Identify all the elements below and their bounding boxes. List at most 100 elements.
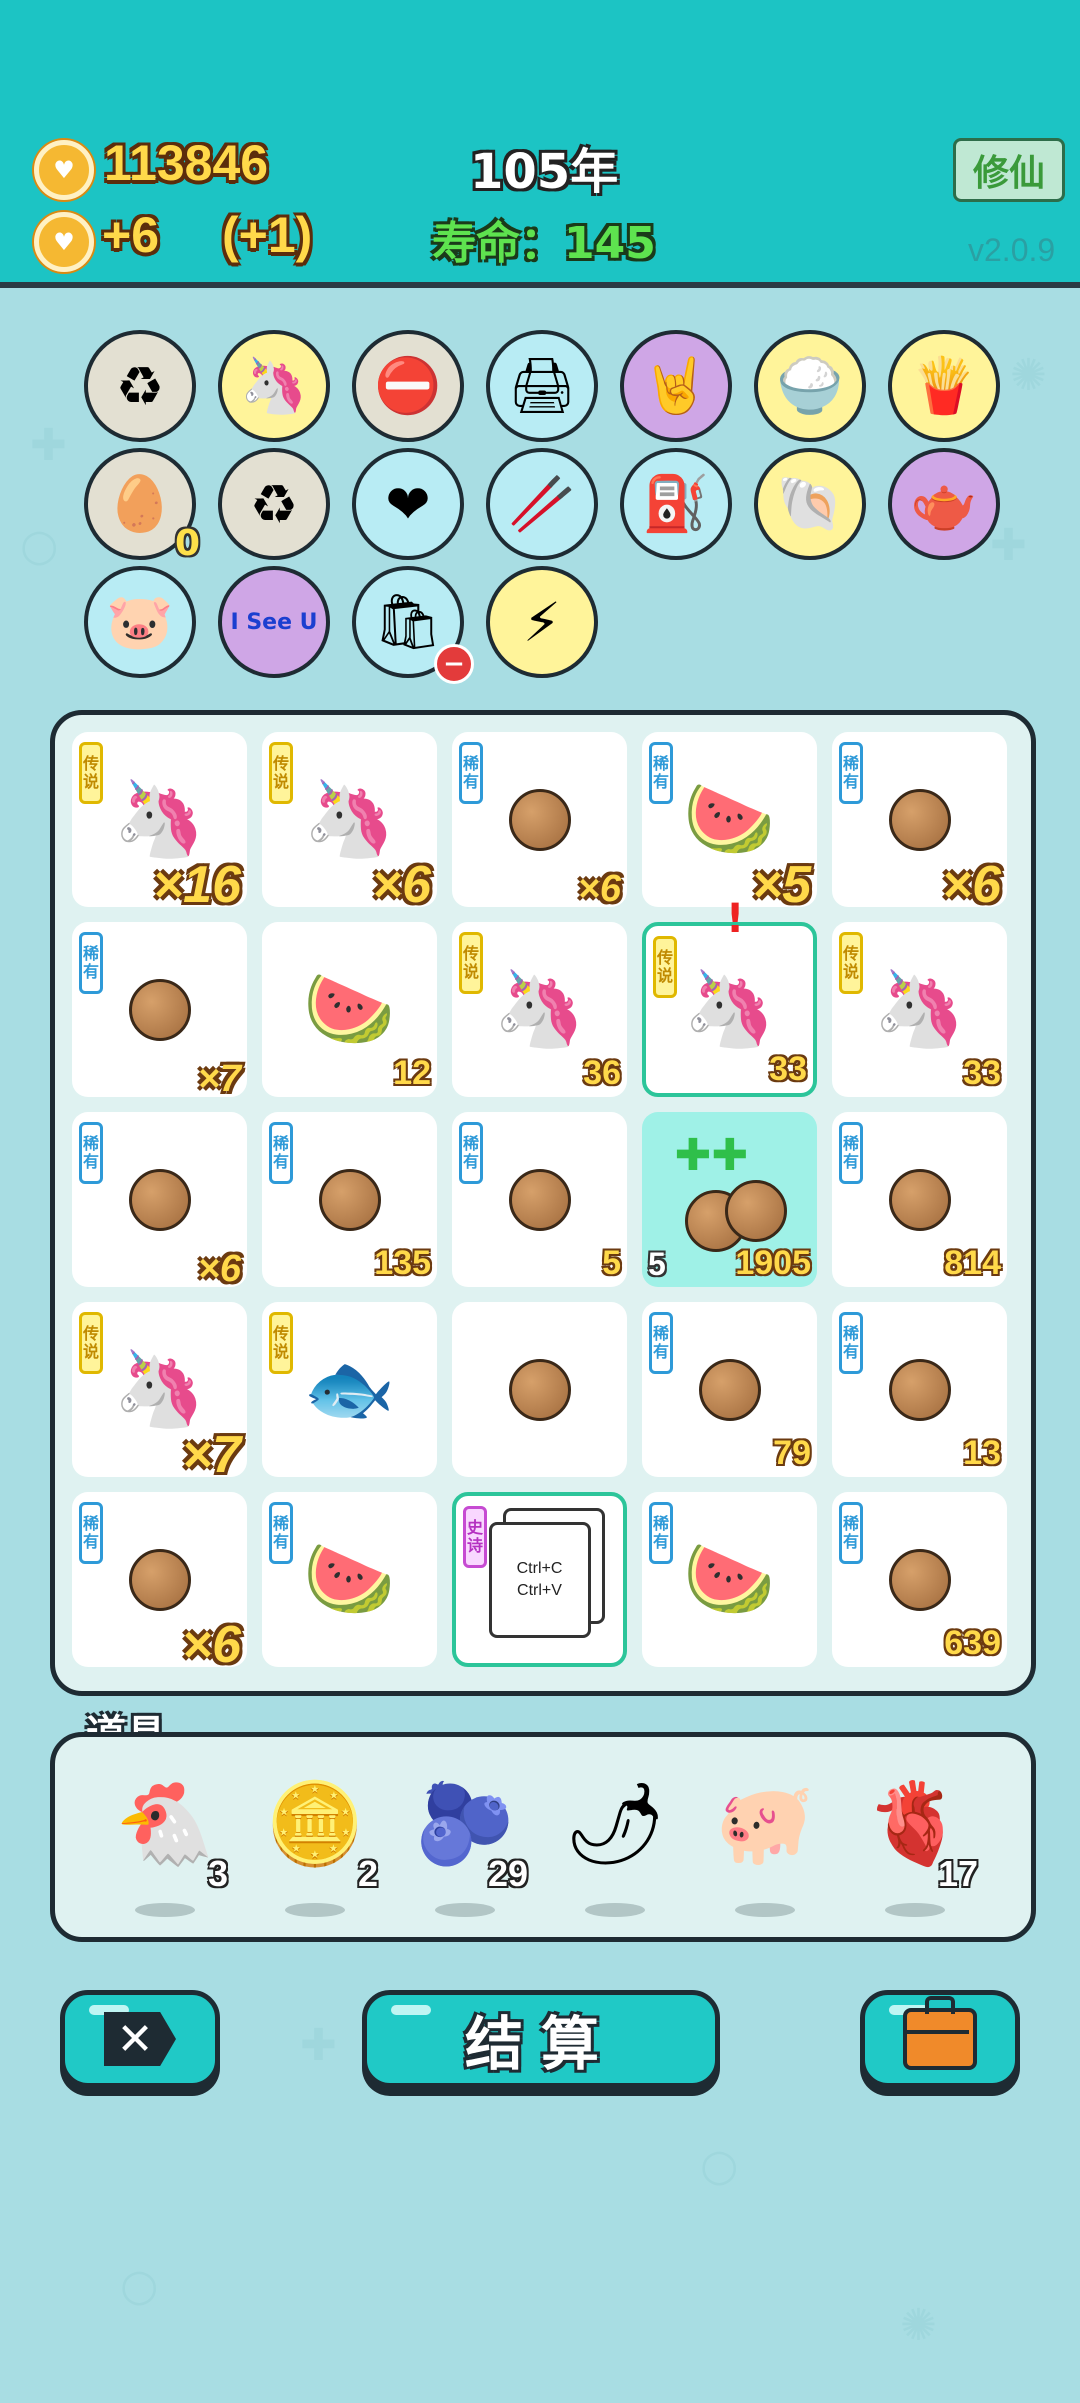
board-cell[interactable]: 稀有 814 bbox=[832, 1112, 1007, 1287]
multiplier: ×6 bbox=[371, 856, 431, 914]
board-cell[interactable]: 传说 🐟 bbox=[262, 1302, 437, 1477]
rarity-tag: 传说 bbox=[79, 742, 103, 804]
blueberry-icon[interactable]: 🫐 29 bbox=[410, 1777, 528, 1917]
watermelon-icon: 🍉 bbox=[683, 776, 776, 862]
board-cell[interactable]: 传说 🦄 ×7 bbox=[72, 1302, 247, 1484]
board-cell[interactable]: 稀有 5 bbox=[452, 1112, 627, 1287]
board-cell[interactable]: 传说 🦄 ×16 bbox=[72, 732, 247, 914]
board-cell[interactable]: 稀有 639 bbox=[832, 1492, 1007, 1667]
seed-icon bbox=[128, 1168, 191, 1231]
board-cell[interactable]: 稀有 ×6 bbox=[832, 732, 1007, 914]
rarity-tag: 传说 bbox=[269, 1312, 293, 1374]
inventory-button[interactable] bbox=[860, 1990, 1020, 2088]
item-glyph: 🪙 bbox=[265, 1777, 365, 1870]
gravy-boat-icon[interactable]: 🫖 bbox=[888, 448, 1000, 560]
piggy-bank-icon[interactable]: 🐷 bbox=[84, 566, 196, 678]
board-cell[interactable]: 传说 🦄 33! bbox=[642, 896, 817, 1097]
background-pattern: ○ bbox=[120, 2260, 159, 2311]
shell-icon[interactable]: 🐚 bbox=[754, 448, 866, 560]
rarity-tag: 稀有 bbox=[649, 1502, 673, 1564]
pump-icon[interactable]: ⛽ bbox=[620, 448, 732, 560]
board-cell[interactable]: 稀有 79 bbox=[642, 1302, 817, 1477]
item-count: 29 bbox=[487, 1853, 528, 1894]
rice-bowl-icon[interactable]: 🍚 bbox=[754, 330, 866, 442]
board-cell[interactable]: 传说 🦄 ×6 bbox=[262, 732, 437, 914]
board-cell[interactable]: 史诗 Ctrl+C Ctrl+V bbox=[452, 1492, 627, 1667]
chicken-icon[interactable]: 🐔 3 bbox=[110, 1777, 228, 1917]
board-cell[interactable]: 稀有 🍉 bbox=[262, 1492, 437, 1667]
cell-value: 1905 bbox=[735, 1244, 811, 1282]
background-pattern: ✚ bbox=[990, 520, 1027, 571]
trash-bag-icon[interactable]: 🛍 − bbox=[352, 566, 474, 684]
liver-icon[interactable]: 🫀 17 bbox=[860, 1777, 978, 1917]
fries-icon[interactable]: 🍟 bbox=[888, 330, 1000, 442]
board-cell[interactable]: 传说 🦄 33 bbox=[832, 922, 1007, 1097]
recycle-icon[interactable]: ♻ bbox=[218, 448, 330, 560]
board-cell[interactable]: 稀有 13 bbox=[832, 1302, 1007, 1477]
year-counter: 105年 bbox=[470, 144, 619, 200]
watermelon-slice-icon: 🍉 bbox=[303, 966, 396, 1052]
watermelon-icon: 🍉 bbox=[303, 1536, 396, 1622]
i-see-u-icon[interactable]: I See U bbox=[218, 566, 330, 678]
item-glyph: 🫀 bbox=[865, 1777, 965, 1870]
board-cell[interactable]: 🍉 12 bbox=[262, 922, 437, 1097]
background-pattern: ○ bbox=[700, 2140, 739, 2191]
board-cell[interactable]: 稀有 135 bbox=[262, 1112, 437, 1287]
seed-icon bbox=[318, 1168, 381, 1231]
lifespan-value: 145 bbox=[564, 218, 656, 269]
coin-total: 113846 bbox=[104, 135, 269, 191]
no-entry-icon[interactable]: ⛔ bbox=[352, 330, 464, 442]
multiplier: ×6 bbox=[197, 1248, 241, 1290]
relic-count: 0 bbox=[174, 523, 200, 564]
printer-icon[interactable]: 🖨 bbox=[486, 330, 598, 442]
rarity-tag: 稀有 bbox=[459, 1122, 483, 1184]
blood-bag-icon[interactable]: ❤ bbox=[352, 448, 464, 560]
coin-icon: ♥ bbox=[34, 212, 94, 272]
seed-icon bbox=[888, 788, 951, 851]
briefcase-icon bbox=[903, 1996, 977, 2070]
rarity-tag: 稀有 bbox=[649, 742, 673, 804]
coin-icon[interactable]: 🪙 2 bbox=[260, 1777, 378, 1917]
board-cell[interactable]: 传说 🦄 36 bbox=[452, 922, 627, 1097]
rarity-tag: 传说 bbox=[459, 932, 483, 994]
seed-icon bbox=[698, 1358, 761, 1421]
multiplier: ×16 bbox=[152, 856, 241, 914]
board-cell[interactable]: ✚✚ 1905 5 bbox=[642, 1112, 817, 1287]
cell-value: 13 bbox=[963, 1434, 1001, 1472]
items-panel: 🐔 3 🪙 2 🫐 29 🌶 🐖 🫀 17 bbox=[50, 1732, 1036, 1942]
top-status-bar: ♥ 113846 ♥ +6 (+1) 105年 寿命：145 修仙 v2.0.9 bbox=[0, 0, 1080, 288]
settle-button[interactable]: 结算 bbox=[362, 1990, 720, 2088]
unicorn-icon: 🦄 bbox=[113, 1346, 206, 1432]
egg-tray-icon[interactable]: 🥚 0 bbox=[84, 448, 200, 564]
lightning-icon[interactable]: ⚡ bbox=[486, 566, 598, 678]
chopsticks-icon[interactable]: 🥢 bbox=[486, 448, 598, 560]
piggy-bank-icon[interactable]: 🐖 bbox=[710, 1777, 820, 1917]
rarity-tag: 稀有 bbox=[649, 1312, 673, 1374]
rarity-tag: 传说 bbox=[269, 742, 293, 804]
chili-icon[interactable]: 🌶 bbox=[560, 1777, 670, 1917]
close-button[interactable]: ✕ bbox=[60, 1990, 220, 2088]
item-glyph: 🐖 bbox=[715, 1777, 815, 1870]
settle-label: 结算 bbox=[464, 2010, 617, 2078]
seed-icon bbox=[128, 1548, 191, 1611]
cultivate-button[interactable]: 修仙 bbox=[953, 138, 1065, 202]
board-cell[interactable]: 稀有 🍉 bbox=[642, 1492, 817, 1667]
seed-icon bbox=[128, 978, 191, 1041]
unicorn-icon[interactable]: 🦄 bbox=[218, 330, 330, 442]
board-cell[interactable]: 稀有 ×7 bbox=[72, 922, 247, 1100]
board-cell[interactable]: 稀有 ×6 bbox=[72, 1492, 247, 1674]
ctrl-cv-icon: Ctrl+C Ctrl+V bbox=[488, 1521, 591, 1638]
item-shadow bbox=[435, 1903, 495, 1917]
recycle-icon[interactable]: ♻ bbox=[84, 330, 196, 442]
seed-icon bbox=[508, 788, 571, 851]
multiplier: ×7 bbox=[181, 1426, 241, 1484]
multiplier: ×6 bbox=[941, 856, 1001, 914]
rarity-tag: 稀有 bbox=[459, 742, 483, 804]
rock-hand-icon[interactable]: 🤘 bbox=[620, 330, 732, 442]
cell-value: 79 bbox=[773, 1434, 811, 1472]
board-cell[interactable]: 稀有 🍉 ×5 bbox=[642, 732, 817, 914]
board-cell[interactable]: 稀有 ×6 bbox=[452, 732, 627, 910]
close-icon: ✕ bbox=[104, 2012, 176, 2066]
board-cell[interactable] bbox=[452, 1302, 627, 1477]
board-cell[interactable]: 稀有 ×6 bbox=[72, 1112, 247, 1290]
